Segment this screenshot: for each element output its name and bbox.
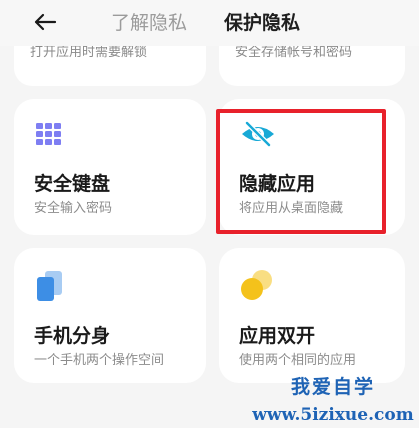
watermark-title: 我爱自学: [290, 376, 375, 398]
keyboard-grid-icon: [36, 123, 61, 145]
password-manager-subtitle: 安全存储帐号和密码: [235, 46, 353, 60]
back-arrow-icon: [34, 13, 57, 31]
tab-learn-privacy[interactable]: 了解隐私: [111, 8, 187, 35]
watermark-url: www.5izixue.com: [252, 405, 414, 425]
second-space-icon: [37, 271, 62, 301]
dual-apps-title: 应用双开: [239, 325, 316, 347]
watermark: 我爱自学 www.5izixue.com: [248, 372, 418, 425]
highlight-box: [216, 109, 386, 234]
app-lock-card[interactable]: 打开应用时需要解锁: [14, 46, 206, 86]
app-lock-subtitle: 打开应用时需要解锁: [30, 46, 148, 60]
dual-apps-icon: [241, 270, 272, 300]
back-button[interactable]: [30, 8, 60, 36]
dual-apps-card[interactable]: 应用双开 使用两个相同的应用: [219, 248, 405, 383]
header-bar: 了解隐私 保护隐私: [0, 0, 419, 46]
secure-keyboard-card[interactable]: 安全键盘 安全输入密码: [14, 99, 206, 235]
second-space-subtitle: 一个手机两个操作空间: [34, 353, 165, 368]
secure-keyboard-subtitle: 安全输入密码: [34, 201, 113, 216]
password-manager-card[interactable]: 安全存储帐号和密码: [219, 46, 405, 86]
second-space-card[interactable]: 手机分身 一个手机两个操作空间: [14, 248, 206, 383]
tab-protect-privacy[interactable]: 保护隐私: [224, 8, 300, 35]
dual-apps-subtitle: 使用两个相同的应用: [239, 353, 357, 368]
second-space-title: 手机分身: [34, 325, 111, 347]
secure-keyboard-title: 安全键盘: [34, 173, 111, 195]
